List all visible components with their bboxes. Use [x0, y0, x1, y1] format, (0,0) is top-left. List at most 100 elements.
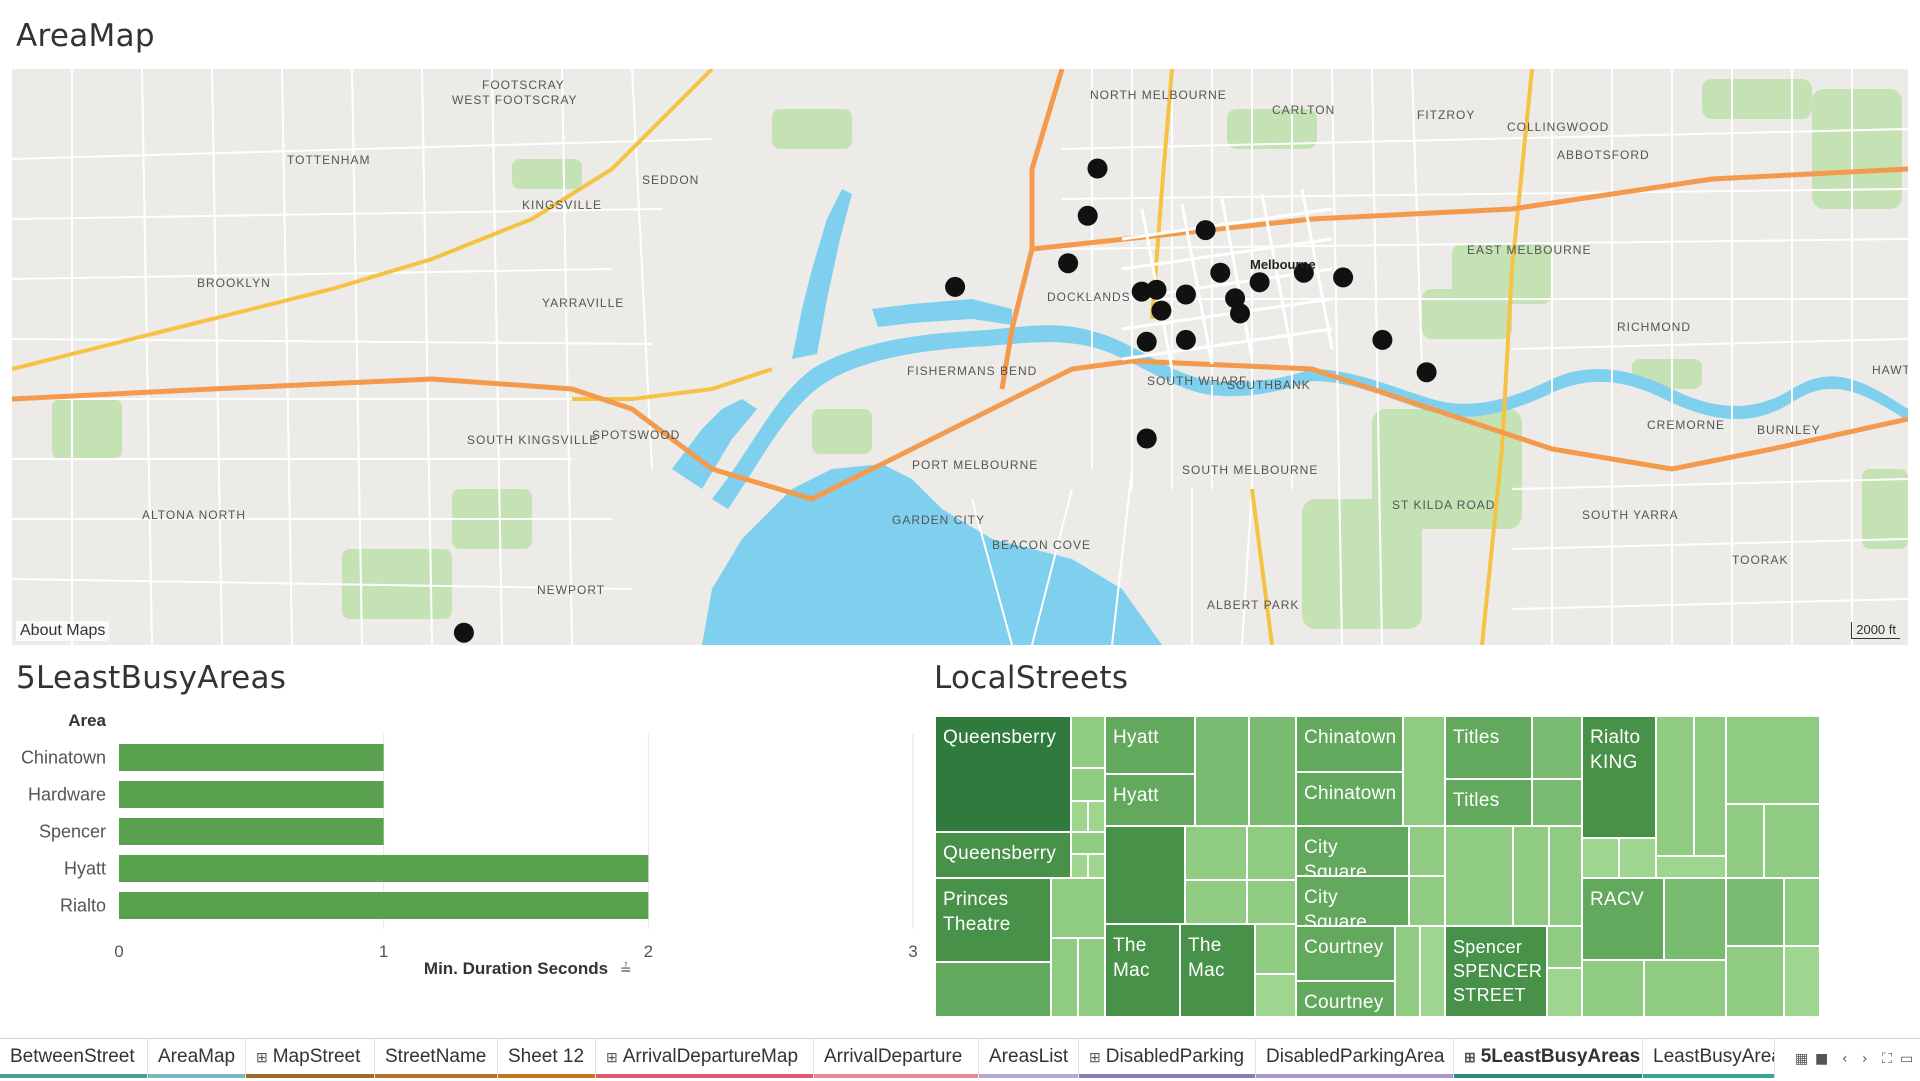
map-point[interactable] — [1151, 300, 1172, 321]
sheet-tab[interactable]: Sheet 12 — [498, 1039, 596, 1078]
fullscreen-icon[interactable]: ⛶ — [1882, 1051, 1892, 1067]
least-busy-bar-chart[interactable]: Area Chinatown Hardware Spencer Hyatt Rialto… — [0, 700, 930, 1020]
bar[interactable] — [119, 818, 384, 845]
next-sheet-icon[interactable]: › — [1862, 1051, 1868, 1067]
tm-titles-2[interactable]: Titles — [1445, 779, 1532, 826]
tm-cell[interactable] — [1247, 826, 1296, 880]
about-maps-link[interactable]: About Maps — [16, 621, 110, 641]
map-point[interactable] — [1136, 331, 1157, 352]
tm-cell[interactable] — [1255, 924, 1296, 974]
sheet-tab[interactable]: ⊞ 5LeastBusyAreas — [1454, 1039, 1643, 1078]
sheet-tab[interactable]: StreetName — [375, 1039, 498, 1078]
tm-cell[interactable] — [1071, 768, 1105, 801]
map-point[interactable] — [1416, 362, 1437, 383]
category-label[interactable]: Spencer — [39, 822, 106, 842]
presentation-icon[interactable]: ▭ — [1900, 1051, 1913, 1067]
tm-cell[interactable] — [1619, 838, 1656, 878]
tm-cell[interactable] — [935, 962, 1051, 1017]
tm-cell[interactable] — [1071, 854, 1088, 878]
map-point[interactable] — [453, 622, 474, 643]
tm-cell[interactable] — [1249, 716, 1296, 826]
tm-cell[interactable] — [1051, 878, 1105, 938]
tm-cell[interactable] — [1664, 878, 1726, 960]
map-point[interactable] — [1333, 267, 1354, 288]
tm-cell[interactable] — [1051, 938, 1078, 1017]
tm-cell[interactable] — [1547, 968, 1582, 1017]
sheet-tab[interactable]: ArrivalDeparture — [814, 1039, 979, 1078]
tm-racv[interactable]: RACV — [1582, 878, 1664, 960]
sheet-tab[interactable]: LeastBusyArea — [1643, 1039, 1775, 1078]
tm-cell[interactable] — [1247, 880, 1296, 924]
category-label[interactable]: Rialto — [60, 896, 106, 916]
tm-cell[interactable] — [1644, 960, 1726, 1017]
tm-queensberry-1[interactable]: Queensberry — [935, 716, 1071, 832]
map-point[interactable] — [1058, 253, 1079, 274]
tm-cell[interactable] — [1255, 974, 1296, 1017]
map-point[interactable] — [945, 276, 966, 297]
tm-rialto-king[interactable]: Rialto KING — [1582, 716, 1656, 838]
tm-titles-1[interactable]: Titles — [1445, 716, 1532, 779]
sheet-tab[interactable]: ⊞ MapStreet — [246, 1039, 375, 1078]
tm-cell[interactable] — [1656, 856, 1726, 878]
map-point[interactable] — [1175, 329, 1196, 350]
tm-cell[interactable] — [1582, 838, 1619, 878]
map-point[interactable] — [1195, 220, 1216, 241]
tm-princes-theatre[interactable]: Princes Theatre — [935, 878, 1051, 962]
tm-cell[interactable] — [1071, 832, 1105, 854]
tm-cell[interactable] — [1088, 801, 1105, 832]
tm-cell[interactable] — [1726, 946, 1784, 1017]
tm-city-square-2[interactable]: City Square — [1296, 876, 1409, 926]
tm-cell[interactable] — [1726, 804, 1764, 878]
bar[interactable] — [119, 855, 649, 882]
tm-hyatt-2[interactable]: Hyatt — [1105, 774, 1195, 826]
tm-the-mac-2[interactable]: The Mac — [1180, 924, 1255, 1017]
category-label[interactable]: Hardware — [28, 785, 106, 805]
tm-cell[interactable] — [1784, 946, 1820, 1017]
tm-cell[interactable] — [1105, 826, 1185, 924]
tm-cell[interactable] — [1549, 826, 1582, 926]
tm-cell[interactable] — [1195, 716, 1249, 826]
tm-cell[interactable] — [1071, 801, 1088, 832]
tm-cell[interactable] — [1513, 826, 1549, 926]
map-point[interactable] — [1175, 284, 1196, 305]
tm-cell[interactable] — [1694, 716, 1726, 856]
tm-cell[interactable] — [1532, 716, 1582, 779]
tm-cell[interactable] — [1656, 716, 1694, 856]
bar[interactable] — [119, 892, 649, 919]
tm-the-mac-1[interactable]: The Mac — [1105, 924, 1180, 1017]
tm-cell[interactable] — [1078, 938, 1105, 1017]
sheet-tab[interactable]: BetweenStreet — [0, 1039, 148, 1078]
bar[interactable] — [119, 744, 384, 771]
tm-cell[interactable] — [1582, 960, 1644, 1017]
filmstrip-view-icon[interactable]: ■ — [1815, 1051, 1828, 1067]
map-point[interactable] — [1249, 272, 1270, 293]
sheet-tab[interactable]: AreaMap — [148, 1039, 246, 1078]
tm-cell[interactable] — [1726, 716, 1820, 804]
category-label[interactable]: Hyatt — [64, 859, 106, 879]
map-canvas[interactable]: FOOTSCRAY WEST FOOTSCRAY TOTTENHAM SEDDO… — [12, 69, 1908, 645]
sheet-tab[interactable]: DisabledParkingArea — [1256, 1039, 1454, 1078]
area-map[interactable]: FOOTSCRAY WEST FOOTSCRAY TOTTENHAM SEDDO… — [12, 69, 1908, 645]
grid-view-icon[interactable]: ▦ — [1795, 1051, 1808, 1067]
sort-icon[interactable]: ≟ — [620, 962, 632, 978]
category-label[interactable]: Chinatown — [21, 748, 106, 768]
map-point[interactable] — [1146, 279, 1167, 300]
tm-chinatown-1[interactable]: Chinatown — [1296, 716, 1403, 772]
bar[interactable] — [119, 781, 384, 808]
tm-cell[interactable] — [1420, 926, 1445, 1017]
tm-cell[interactable] — [1409, 876, 1445, 926]
tm-courtney-1[interactable]: Courtney — [1296, 926, 1395, 981]
tm-chinatown-2[interactable]: Chinatown — [1296, 772, 1403, 826]
tm-city-square-1[interactable]: City Square — [1296, 826, 1409, 876]
tm-cell[interactable] — [1071, 716, 1105, 768]
tm-courtney-2[interactable]: Courtney — [1296, 981, 1395, 1017]
prev-sheet-icon[interactable]: ‹ — [1842, 1051, 1848, 1067]
tm-cell[interactable] — [1726, 878, 1784, 946]
x-axis-label[interactable]: Min. Duration Seconds — [424, 959, 608, 978]
tm-spencer[interactable]: Spencer SPENCER STREET — [1445, 926, 1547, 1017]
tm-cell[interactable] — [1403, 716, 1445, 826]
tm-cell[interactable] — [1185, 826, 1247, 880]
tm-cell[interactable] — [1409, 826, 1445, 876]
tm-hyatt-1[interactable]: Hyatt — [1105, 716, 1195, 774]
map-point[interactable] — [1077, 205, 1098, 226]
